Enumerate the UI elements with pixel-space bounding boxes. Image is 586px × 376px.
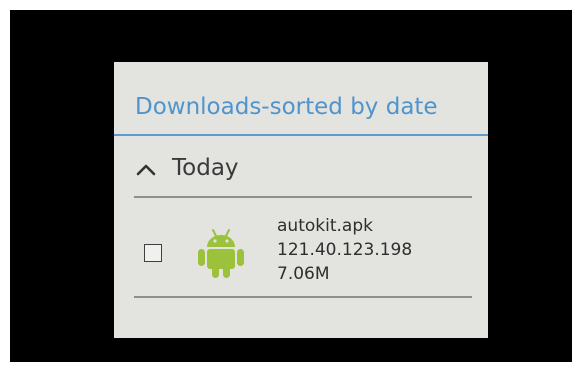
group-header-today[interactable]: Today [134,150,239,186]
group-label: Today [172,155,239,181]
android-icon [198,229,244,278]
downloads-dialog: Downloads-sorted by date Today autokit.a… [114,62,488,338]
title-divider [114,134,488,136]
download-source: 121.40.123.198 [277,240,413,260]
item-divider [134,296,472,298]
download-item[interactable]: autokit.apk 121.40.123.198 7.06M [134,202,472,294]
download-meta: autokit.apk 121.40.123.198 7.06M [277,214,412,286]
download-size: 7.06M [277,264,330,284]
chevron-up-icon[interactable] [134,158,158,182]
download-checkbox[interactable] [144,244,162,262]
dialog-title: Downloads-sorted by date [135,94,438,120]
download-filename: autokit.apk [277,216,373,236]
group-divider [134,196,472,198]
screen-background: Downloads-sorted by date Today autokit.a… [10,10,572,362]
